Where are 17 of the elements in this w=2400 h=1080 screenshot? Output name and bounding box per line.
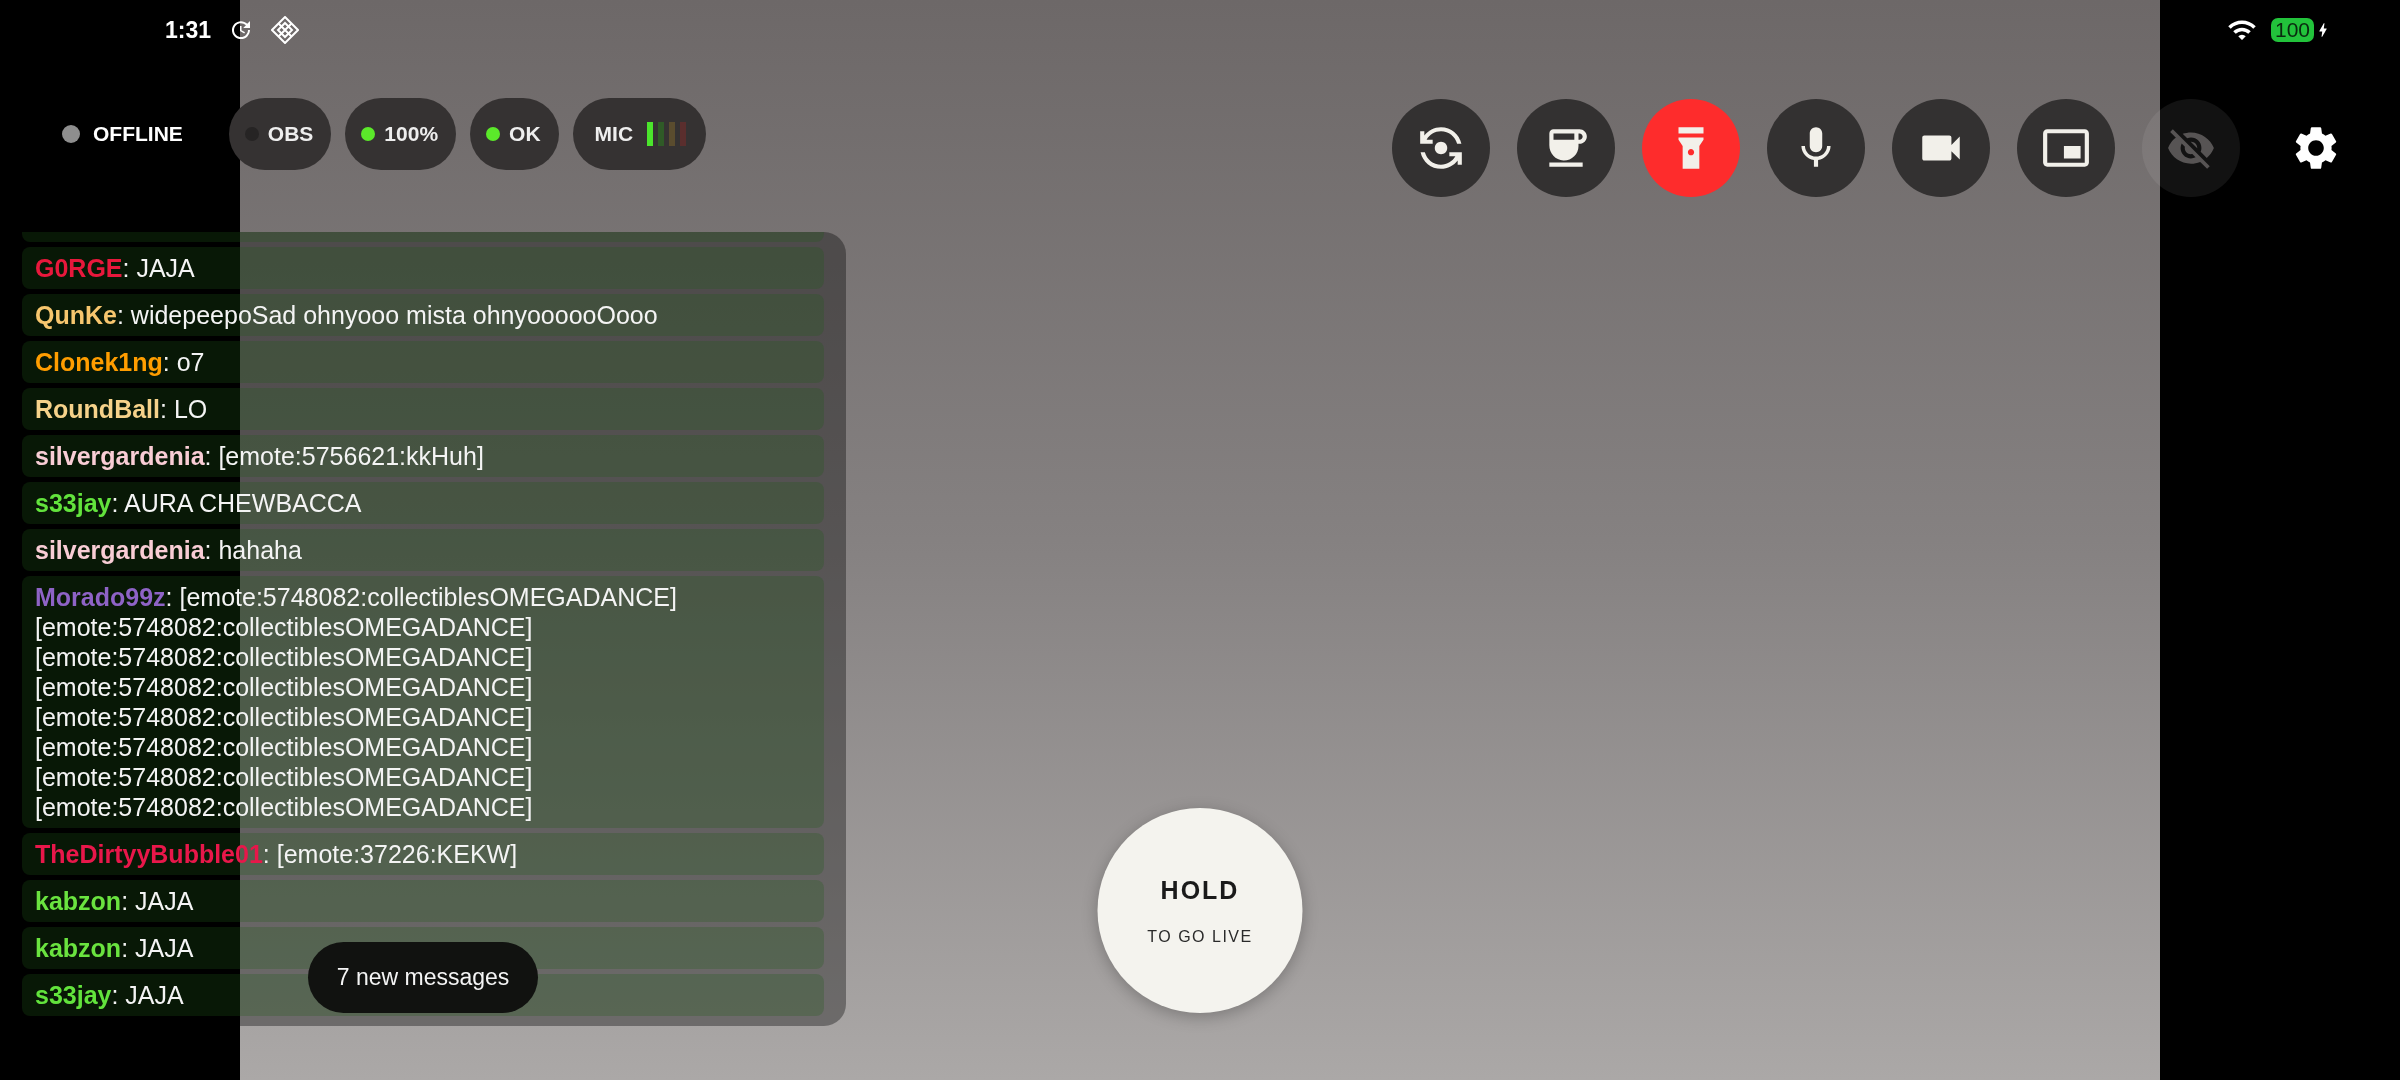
chat-message-text: Morado99z: [emote:5748082:collectiblesOMEGADANCE] [emote:5748082:collectiblesOMEGADANCE] [emote:5748082:collectiblesOMEGADANCE] [emote:5748082:collectiblesOMEGADANCE] [emote:5748082:collectiblesOMEGADANCE] [emote:5748082:collectiblesOMEGADANCE] [emote:5748082:collectiblesOMEGADANCE] [emote:5748082:collectiblesOMEGADANCE] [35,582,678,822]
chat-message-text: Clonek1ng: o7 [35,347,205,377]
stream-status-label: OFFLINE [93,121,183,148]
chat-message-text: G0RGE: JAJA [35,253,195,283]
new-messages-button[interactable]: 7 new messages [308,942,538,1013]
chat-message-text: s33jay: JAJA [35,980,184,1010]
chat-message-text: s33jay: AURA CHEWBACCA [35,488,362,518]
chat-message-text: kabzon: JAJA [35,933,194,963]
chat-message-text: TheDirtyyBubble01: [emote:37226:KEKW] [35,839,518,869]
chat-message-text: silvergardenia: [emote:5756621:kkHuh] [35,441,484,471]
chat-message-text: QunKe: widepeepoSad ohnyooo mista ohnyoooooOooo [35,300,658,330]
clock-time: 1:31 [165,15,212,45]
diamond-grid-icon [271,16,300,44]
chat-message-text: kabzon: JAJA [35,886,194,916]
chat-message-text: RoundBall: LO [35,394,208,424]
battery-level: 100 [2270,18,2314,42]
chat-message-text: silvergardenia: hahaha [35,535,302,565]
